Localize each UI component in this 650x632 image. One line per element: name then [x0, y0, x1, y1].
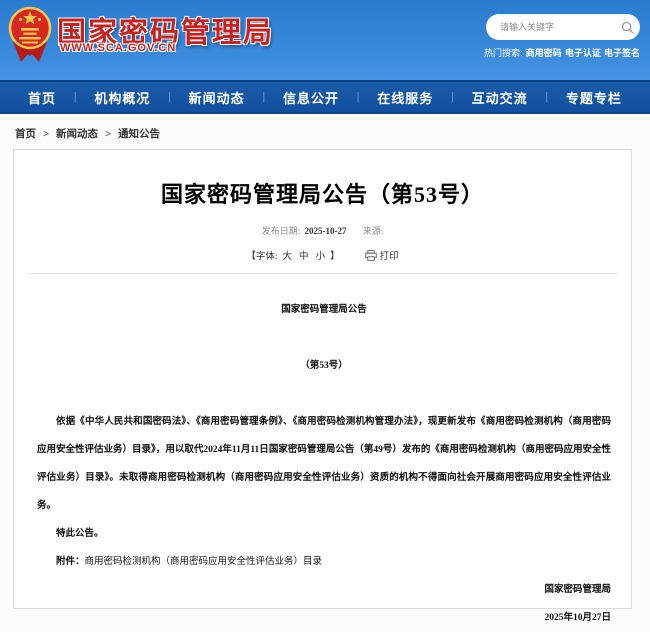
site-header: 国家密码管理局 WWW.SCA.GOV.CN 热门搜索: 商用密码 电子认证 电…: [0, 0, 650, 80]
publish-date-value: 2025-10-27: [305, 226, 347, 236]
hot-search-link-dianzirenzheng[interactable]: 电子认证: [565, 46, 601, 59]
print-button[interactable]: 打印: [365, 248, 399, 262]
attachment-label: 附件：: [56, 557, 85, 567]
nav-item-news[interactable]: 新闻动态: [189, 88, 245, 107]
hot-search-link-dianziqianming[interactable]: 电子签名: [604, 46, 640, 59]
hot-search-link-shangyongmima[interactable]: 商用密码: [526, 46, 562, 59]
content-divider: [27, 273, 618, 274]
nav-item-special-topics[interactable]: 专题专栏: [566, 88, 622, 107]
nav-separator: |: [451, 91, 454, 103]
document-number: （第53号）: [37, 352, 611, 380]
nav-separator: |: [168, 91, 171, 103]
document-body: 国家密码管理局公告 （第53号） 依据《中华人民共和国密码法》、《商用密码管理条…: [14, 296, 631, 632]
breadcrumb-separator: >: [43, 128, 49, 140]
search-input[interactable]: [486, 22, 621, 32]
attachment-link[interactable]: 商用密码检测机构（商用密码应用安全性评估业务）目录: [85, 557, 323, 567]
nav-item-online-services[interactable]: 在线服务: [377, 88, 433, 107]
print-label: 打印: [380, 248, 399, 262]
font-size-label-open: 【字体:: [246, 248, 277, 262]
signature-issuer: 国家密码管理局: [37, 576, 611, 604]
hot-search-row: 热门搜索: 商用密码 电子认证 电子签名: [484, 46, 640, 59]
article-toolbar: 【字体: 大 中 小 】 打印: [14, 248, 631, 262]
nav-item-info-disclosure[interactable]: 信息公开: [283, 88, 339, 107]
nav-separator: |: [262, 91, 265, 103]
main-nav: 首页 | 机构概况 | 新闻动态 | 信息公开 | 在线服务 | 互动交流 | …: [0, 80, 650, 114]
content-panel: 国家密码管理局公告（第53号） 发布日期: 2025-10-27 来源: 【字体…: [13, 149, 632, 609]
nav-item-home[interactable]: 首页: [28, 88, 56, 107]
article-meta: 发布日期: 2025-10-27 来源:: [14, 224, 631, 237]
font-size-large-button[interactable]: 大: [283, 248, 293, 262]
document-paragraph: 依据《中华人民共和国密码法》、《商用密码管理条例》、《商用密码检测机构管理办法》…: [37, 408, 611, 520]
nav-separator: |: [74, 91, 77, 103]
spacer: [37, 324, 611, 352]
breadcrumb-news[interactable]: 新闻动态: [56, 128, 98, 140]
document-title: 国家密码管理局公告: [37, 296, 611, 324]
nav-separator: |: [545, 91, 548, 103]
source-label: 来源:: [363, 226, 384, 236]
nav-separator: |: [357, 91, 360, 103]
signature-date: 2025年10月27日: [37, 604, 611, 632]
font-size-small-button[interactable]: 小: [316, 248, 326, 262]
hot-search-label: 热门搜索:: [484, 46, 523, 59]
document-closing: 特此公告。: [37, 520, 611, 548]
publish-date-label: 发布日期:: [262, 226, 301, 236]
breadcrumb-separator: >: [105, 128, 111, 140]
breadcrumb: 首页 > 新闻动态 > 通知公告: [0, 114, 650, 141]
search-icon[interactable]: [621, 21, 634, 34]
font-size-medium-button[interactable]: 中: [299, 248, 309, 262]
search-box[interactable]: [486, 14, 640, 40]
national-emblem-logo: [8, 4, 52, 64]
font-size-label-close: 】: [330, 248, 340, 262]
nav-item-interaction[interactable]: 互动交流: [472, 88, 528, 107]
nav-item-about[interactable]: 机构概况: [94, 88, 150, 107]
spacer: [37, 380, 611, 408]
printer-icon: [365, 250, 377, 261]
breadcrumb-current: 通知公告: [118, 128, 160, 140]
breadcrumb-home[interactable]: 首页: [15, 128, 36, 140]
attachment-row: 附件：商用密码检测机构（商用密码应用安全性评估业务）目录: [37, 548, 611, 576]
site-url: WWW.SCA.GOV.CN: [60, 42, 176, 54]
page-title: 国家密码管理局公告（第53号）: [14, 177, 631, 209]
